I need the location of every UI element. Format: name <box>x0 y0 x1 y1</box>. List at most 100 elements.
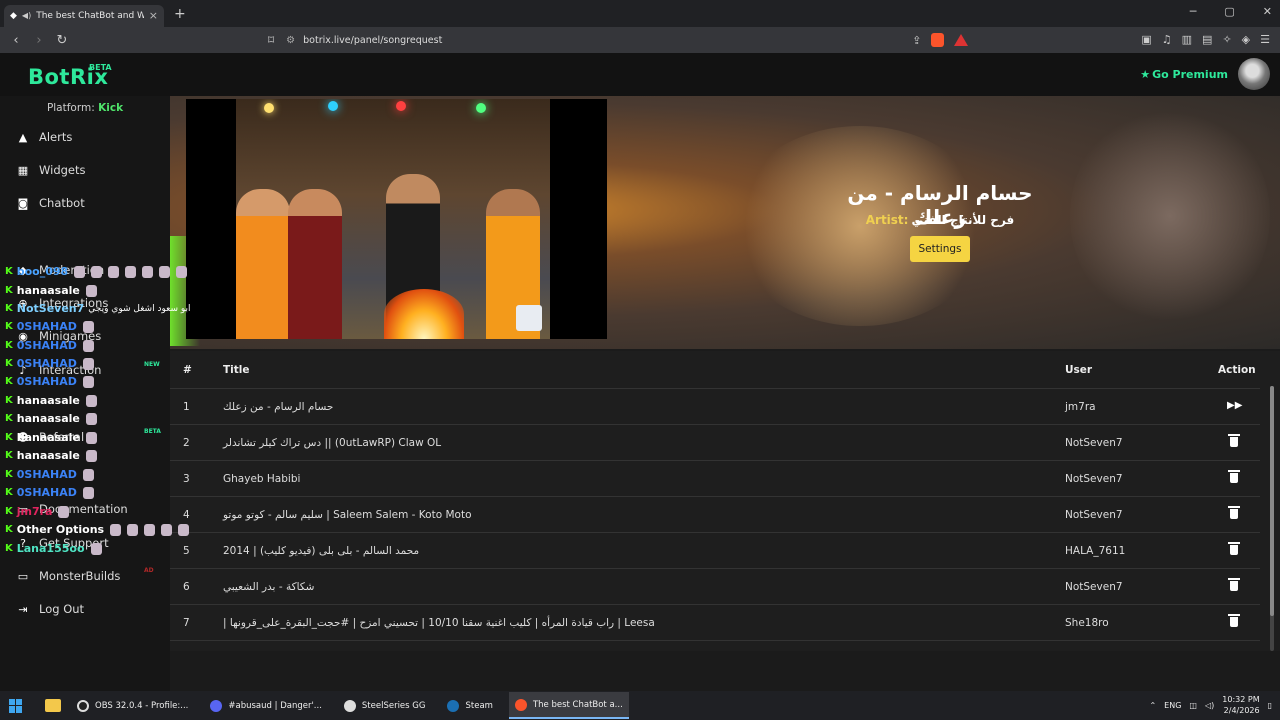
address-bar[interactable]: ⚙ botrix.live/panel/songrequest <box>286 35 926 46</box>
kick-icon: K <box>5 358 13 369</box>
chat-message: K 0SHAHAD <box>5 375 94 388</box>
back-icon[interactable]: ‹ <box>6 33 26 48</box>
table-scrollbar[interactable] <box>1270 386 1274 651</box>
settings-button[interactable]: Settings <box>910 236 970 262</box>
emote-icon <box>125 265 137 278</box>
table-row: 1 حسام الرسام - من زعلك jm7ra ▶▶ <box>170 389 1260 425</box>
chat-message: K 0SHAHAD <box>5 357 94 370</box>
file-explorer-icon[interactable] <box>45 699 61 712</box>
chat-message: K 0SHAHAD <box>5 468 94 481</box>
background-blur <box>1070 106 1270 326</box>
sidebar-item-alerts[interactable]: ▲ Alerts <box>17 130 73 144</box>
tray-overflow-icon[interactable]: ⌃ <box>1149 701 1156 710</box>
emote-icon <box>159 265 171 278</box>
wallet-icon[interactable]: ▤ <box>1202 33 1212 46</box>
notification-icon[interactable]: ▯ <box>1268 701 1272 710</box>
table-row: 2 دس تراك كيلر تشاندلر || (0utLawRP) Cla… <box>170 425 1260 461</box>
logo-beta-badge: BETA <box>89 63 112 72</box>
site-settings-icon[interactable]: ⚙ <box>286 35 295 46</box>
logout-icon: ⇥ <box>18 602 28 616</box>
brave-rewards-icon[interactable] <box>954 34 969 46</box>
brave-shields-icon[interactable] <box>931 33 945 47</box>
sidebar-toggle-icon[interactable]: ▥ <box>1182 33 1192 46</box>
emote-icon <box>85 431 97 444</box>
sidebar-item-monsterbuilds[interactable]: ▭ MonsterBuilds <box>17 569 121 583</box>
browser-tab[interactable]: ◆ ◀) The best ChatBot and Widget × <box>4 4 164 27</box>
taskbar-app-steelseries[interactable]: SteelSeries GG <box>338 692 432 719</box>
url-text: botrix.live/panel/songrequest <box>303 34 443 46</box>
leo-ai-icon[interactable]: ✧ <box>1222 33 1231 46</box>
steelseries-icon <box>343 699 356 712</box>
chat-message: K Lana155oo <box>5 542 102 555</box>
new-tab-button[interactable]: + <box>174 6 186 22</box>
reload-icon[interactable]: ↻ <box>52 33 72 48</box>
kick-icon: K <box>5 413 13 424</box>
chat-message: Khanaasale <box>5 394 97 407</box>
share-icon[interactable]: ⇪ <box>912 34 921 47</box>
kick-icon: K <box>5 285 13 296</box>
maximize-icon[interactable]: ▢ <box>1224 5 1234 18</box>
emote-icon <box>85 284 97 297</box>
video-player[interactable] <box>186 99 607 339</box>
minimize-icon[interactable]: ─ <box>1190 5 1197 18</box>
screenshot-icon[interactable]: ▣ <box>1141 33 1151 46</box>
trash-icon[interactable] <box>1228 542 1240 555</box>
network-icon[interactable]: ◫ <box>1189 701 1197 710</box>
language-indicator[interactable]: ENG <box>1164 701 1181 710</box>
light-decoration <box>396 101 406 111</box>
user-avatar[interactable] <box>1238 58 1270 90</box>
kick-icon: K <box>5 340 13 351</box>
emote-icon <box>82 320 94 333</box>
taskbar-app-steam[interactable]: Steam <box>441 692 498 719</box>
speaker-icon[interactable]: ◀) <box>22 11 31 20</box>
go-premium-button[interactable]: ★ Go Premium <box>1140 68 1228 81</box>
forward-icon[interactable]: › <box>29 33 49 48</box>
taskbar-app-brave[interactable]: The best ChatBot a... <box>508 692 629 719</box>
campfire <box>384 289 464 339</box>
close-window-icon[interactable]: ✕ <box>1263 5 1272 18</box>
menu-icon[interactable]: ☰ <box>1260 33 1270 46</box>
kick-icon: K <box>5 303 13 314</box>
table-row: 6 شكاكة - بدر الشعيبي NotSeven7 <box>170 569 1260 605</box>
steam-icon <box>447 699 460 712</box>
emote-icon <box>127 523 139 536</box>
media-icon[interactable]: ♫ <box>1162 33 1172 46</box>
chat-message: Khanaasale <box>5 431 97 444</box>
trash-icon[interactable] <box>1228 506 1240 519</box>
emote-icon <box>110 523 122 536</box>
sidebar-item-widgets[interactable]: ▦ Widgets <box>17 163 86 177</box>
light-decoration <box>328 101 338 111</box>
taskbar-app-discord[interactable]: #abusaud | Danger'... <box>204 692 328 719</box>
system-tray: ⌃ ENG ◫ ◁) 10:32 PM 2/4/2026 ▯ <box>1149 694 1272 716</box>
trash-icon[interactable] <box>1228 578 1240 591</box>
taskbar-app-obs[interactable]: OBS 32.0.4 - Profile:... <box>71 692 194 719</box>
discord-icon <box>210 699 223 712</box>
scrollbar-thumb[interactable] <box>1270 386 1274 616</box>
bookmark-icon[interactable]: ⌑ <box>268 33 274 47</box>
clock[interactable]: 10:32 PM 2/4/2026 <box>1222 694 1259 716</box>
emote-icon <box>82 375 94 388</box>
dancer <box>236 189 290 339</box>
volume-icon[interactable]: ◁) <box>1205 701 1214 710</box>
close-tab-icon[interactable]: × <box>149 9 158 22</box>
app-topbar: BotRix BETA ★ Go Premium <box>0 53 1280 96</box>
col-action: Action <box>1218 364 1256 376</box>
col-title: Title <box>223 364 250 376</box>
col-user: User <box>1065 364 1093 376</box>
trash-icon[interactable] <box>1228 470 1240 483</box>
beta-tag: BETA <box>144 428 161 435</box>
trash-icon[interactable] <box>1228 434 1240 447</box>
skip-icon[interactable]: ▶▶ <box>1227 400 1242 411</box>
emote-icon <box>178 523 190 536</box>
sidebar-item-log-out[interactable]: ⇥ Log Out <box>17 602 84 616</box>
emote-icon <box>82 339 94 352</box>
trash-icon[interactable] <box>1228 614 1240 627</box>
windows-start-icon[interactable] <box>9 698 23 713</box>
now-playing-hero: حسام الرسام - من زعلك Artist: فرح للأنتاج… <box>170 96 1280 349</box>
laptop-icon: ▭ <box>17 569 29 583</box>
sidebar-item-chatbot[interactable]: ◙ Chatbot <box>17 196 85 210</box>
vpn-icon[interactable]: ◈ <box>1242 33 1250 46</box>
kick-icon: K <box>5 524 13 535</box>
kick-icon: K <box>5 432 13 443</box>
chat-message: Kboo_098 <box>5 265 188 278</box>
